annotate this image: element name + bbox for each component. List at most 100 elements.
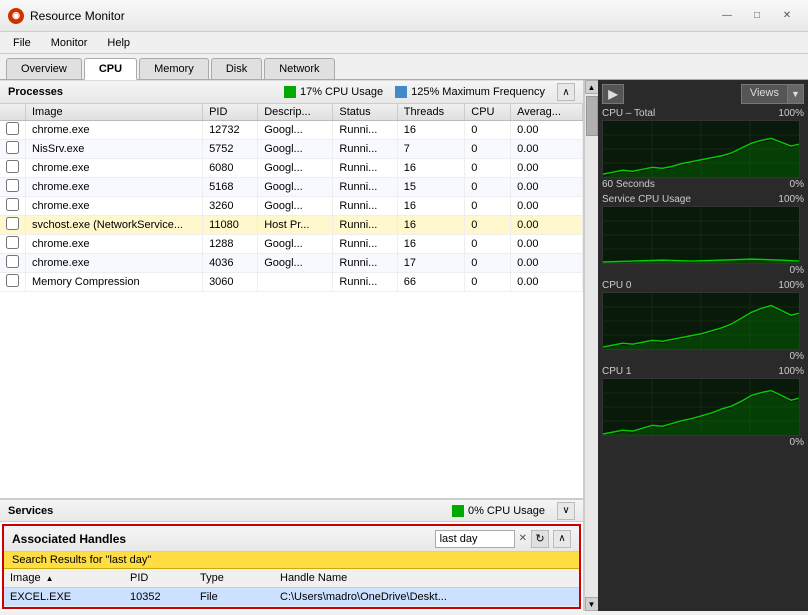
col-avg[interactable]: Averag...	[511, 104, 583, 121]
row-checkbox[interactable]	[0, 178, 26, 197]
cpu-total-pct-top: 100%	[778, 108, 804, 119]
cpu1-graph	[602, 378, 800, 436]
table-row[interactable]: chrome.exe 1288 Googl... Runni... 16 0 0…	[0, 235, 583, 254]
table-row[interactable]: chrome.exe 12732 Googl... Runni... 16 0 …	[0, 121, 583, 140]
row-status: Runni...	[333, 254, 397, 273]
row-status: Runni...	[333, 140, 397, 159]
row-checkbox[interactable]	[0, 159, 26, 178]
table-row[interactable]: Memory Compression 3060 Runni... 66 0 0.…	[0, 273, 583, 292]
table-row[interactable]: chrome.exe 6080 Googl... Runni... 16 0 0…	[0, 159, 583, 178]
processes-info: 17% CPU Usage 125% Maximum Frequency ∧	[284, 83, 575, 101]
menu-help[interactable]: Help	[98, 34, 139, 51]
row-pid: 1288	[203, 235, 258, 254]
row-image: chrome.exe	[26, 254, 203, 273]
row-threads: 7	[397, 140, 464, 159]
services-collapse-button[interactable]: ∨	[557, 502, 575, 520]
services-cpu-badge: 0% CPU Usage	[452, 505, 545, 517]
col-image[interactable]: Image	[26, 104, 203, 121]
col-status[interactable]: Status	[333, 104, 397, 121]
processes-table: Image PID Descrip... Status Threads CPU …	[0, 104, 583, 292]
table-row[interactable]: chrome.exe 4036 Googl... Runni... 17 0 0…	[0, 254, 583, 273]
tab-cpu[interactable]: CPU	[84, 58, 137, 80]
handles-refresh-button[interactable]: ↻	[531, 530, 549, 548]
table-row[interactable]: NisSrv.exe 5752 Googl... Runni... 7 0 0.…	[0, 140, 583, 159]
row-checkbox[interactable]	[0, 197, 26, 216]
processes-table-container[interactable]: Image PID Descrip... Status Threads CPU …	[0, 104, 583, 324]
tab-overview[interactable]: Overview	[6, 58, 82, 79]
table-row[interactable]: chrome.exe 5168 Googl... Runni... 15 0 0…	[0, 178, 583, 197]
close-button[interactable]: ✕	[774, 6, 800, 26]
col-cpu[interactable]: CPU	[465, 104, 511, 121]
row-image: NisSrv.exe	[26, 140, 203, 159]
row-image: Memory Compression	[26, 273, 203, 292]
views-dropdown-arrow[interactable]: ▼	[788, 84, 804, 104]
row-threads: 16	[397, 121, 464, 140]
menu-file[interactable]: File	[4, 34, 40, 51]
row-status: Runni...	[333, 235, 397, 254]
sort-arrow-image: ▲	[46, 574, 54, 583]
handles-collapse-button[interactable]: ∧	[553, 530, 571, 548]
maximize-button[interactable]: □	[744, 6, 770, 26]
row-checkbox[interactable]	[0, 121, 26, 140]
views-button[interactable]: Views	[741, 84, 788, 104]
handles-section: Associated Handles ✕ ↻ ∧ Search Results …	[2, 524, 581, 609]
row-desc: Host Pr...	[258, 216, 333, 235]
col-pid[interactable]: PID	[203, 104, 258, 121]
handles-rows: EXCEL.EXE 10352 File C:\Users\madro\OneD…	[4, 588, 579, 607]
row-avg: 0.00	[511, 197, 583, 216]
tab-disk[interactable]: Disk	[211, 58, 262, 79]
minimize-button[interactable]: —	[714, 6, 740, 26]
col-threads[interactable]: Threads	[397, 104, 464, 121]
processes-table-area: Image PID Descrip... Status Threads CPU …	[0, 104, 583, 498]
row-image: chrome.exe	[26, 197, 203, 216]
handles-search-clear-icon[interactable]: ✕	[519, 533, 527, 544]
row-cpu: 0	[465, 140, 511, 159]
scroll-up-arrow[interactable]: ▲	[585, 80, 599, 94]
row-checkbox[interactable]	[0, 254, 26, 273]
right-panel: ▶ Views ▼ CPU – Total 100%	[598, 80, 808, 611]
handles-col-type[interactable]: Type	[194, 571, 274, 585]
cpu0-graph-block: CPU 0 100%	[602, 280, 804, 362]
cpu1-pct-bottom: 0%	[790, 437, 804, 448]
row-image: chrome.exe	[26, 121, 203, 140]
row-checkbox[interactable]	[0, 273, 26, 292]
cpu0-label: CPU 0	[602, 280, 631, 291]
row-checkbox[interactable]	[0, 235, 26, 254]
row-cpu: 0	[465, 254, 511, 273]
table-row[interactable]: svchost.exe (NetworkService... 11080 Hos…	[0, 216, 583, 235]
row-checkbox[interactable]	[0, 140, 26, 159]
handles-col-image[interactable]: Image ▲	[4, 571, 124, 585]
row-pid: 5752	[203, 140, 258, 159]
handles-col-pid[interactable]: PID	[124, 571, 194, 585]
row-image: svchost.exe (NetworkService...	[26, 216, 203, 235]
left-panel: Processes 17% CPU Usage 125% Maximum Fre…	[0, 80, 584, 611]
processes-collapse-button[interactable]: ∧	[557, 83, 575, 101]
expand-button[interactable]: ▶	[602, 84, 624, 104]
col-desc[interactable]: Descrip...	[258, 104, 333, 121]
max-freq-badge: 125% Maximum Frequency	[395, 86, 545, 98]
row-threads: 15	[397, 178, 464, 197]
scroll-thumb[interactable]	[586, 96, 598, 136]
row-threads: 16	[397, 216, 464, 235]
scroll-down-arrow[interactable]: ▼	[585, 597, 599, 611]
row-pid: 3060	[203, 273, 258, 292]
cpu1-label: CPU 1	[602, 366, 631, 377]
handles-type: File	[194, 590, 274, 604]
row-pid: 6080	[203, 159, 258, 178]
scrollbar[interactable]: ▲ ▼	[584, 80, 598, 611]
menu-monitor[interactable]: Monitor	[42, 34, 97, 51]
row-checkbox[interactable]	[0, 216, 26, 235]
tab-network[interactable]: Network	[264, 58, 334, 79]
table-row[interactable]: chrome.exe 3260 Googl... Runni... 16 0 0…	[0, 197, 583, 216]
handles-col-handlename[interactable]: Handle Name	[274, 571, 579, 585]
handles-search-input[interactable]	[435, 530, 515, 548]
row-status: Runni...	[333, 216, 397, 235]
tab-memory[interactable]: Memory	[139, 58, 209, 79]
handles-pid: 10352	[124, 590, 194, 604]
cpu-usage-label: 17% CPU Usage	[300, 86, 383, 98]
row-desc: Googl...	[258, 140, 333, 159]
row-image: chrome.exe	[26, 235, 203, 254]
right-panel-header: ▶ Views ▼	[602, 84, 804, 104]
handles-row[interactable]: EXCEL.EXE 10352 File C:\Users\madro\OneD…	[4, 588, 579, 607]
time-label: 60 Seconds	[602, 179, 655, 190]
